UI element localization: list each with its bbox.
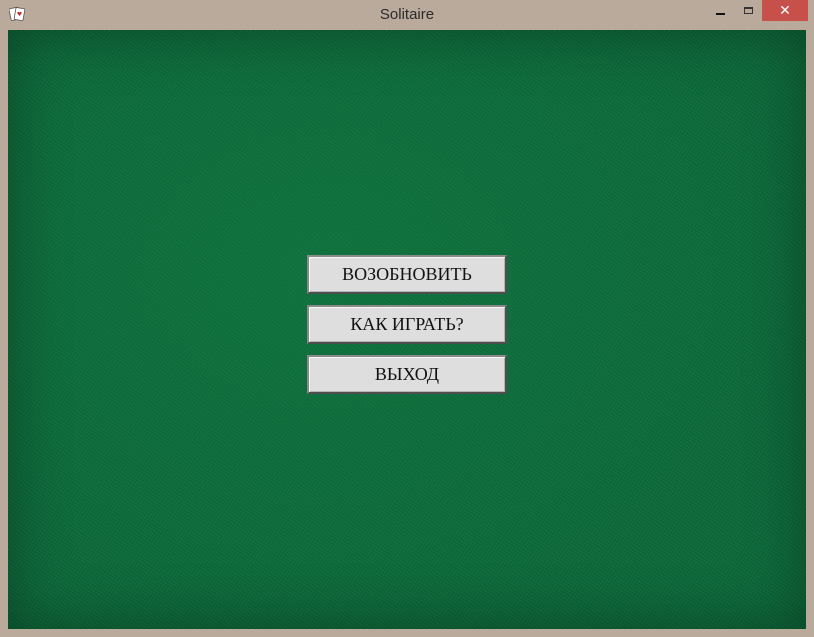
close-icon: ✕ [779, 2, 791, 19]
how-to-play-button-label: КАК ИГРАТЬ? [350, 314, 464, 334]
maximize-icon [744, 7, 753, 14]
close-button[interactable]: ✕ [762, 0, 808, 21]
how-to-play-button[interactable]: КАК ИГРАТЬ? [307, 305, 507, 344]
resume-button[interactable]: ВОЗОБНОВИТЬ [307, 255, 507, 294]
exit-button-label: ВЫХОД [374, 364, 440, 384]
minimize-icon [716, 12, 725, 15]
app-window: Solitaire ✕ ВОЗОБНОВИТЬ КАК ИГРАТЬ? ВЫХО… [0, 0, 814, 637]
resume-button-label: ВОЗОБНОВИТЬ [342, 264, 472, 284]
exit-button[interactable]: ВЫХОД [307, 355, 507, 394]
maximize-button[interactable] [735, 0, 762, 21]
minimize-button[interactable] [707, 0, 734, 21]
title-bar[interactable]: Solitaire ✕ [0, 0, 814, 30]
window-title: Solitaire [379, 6, 435, 23]
